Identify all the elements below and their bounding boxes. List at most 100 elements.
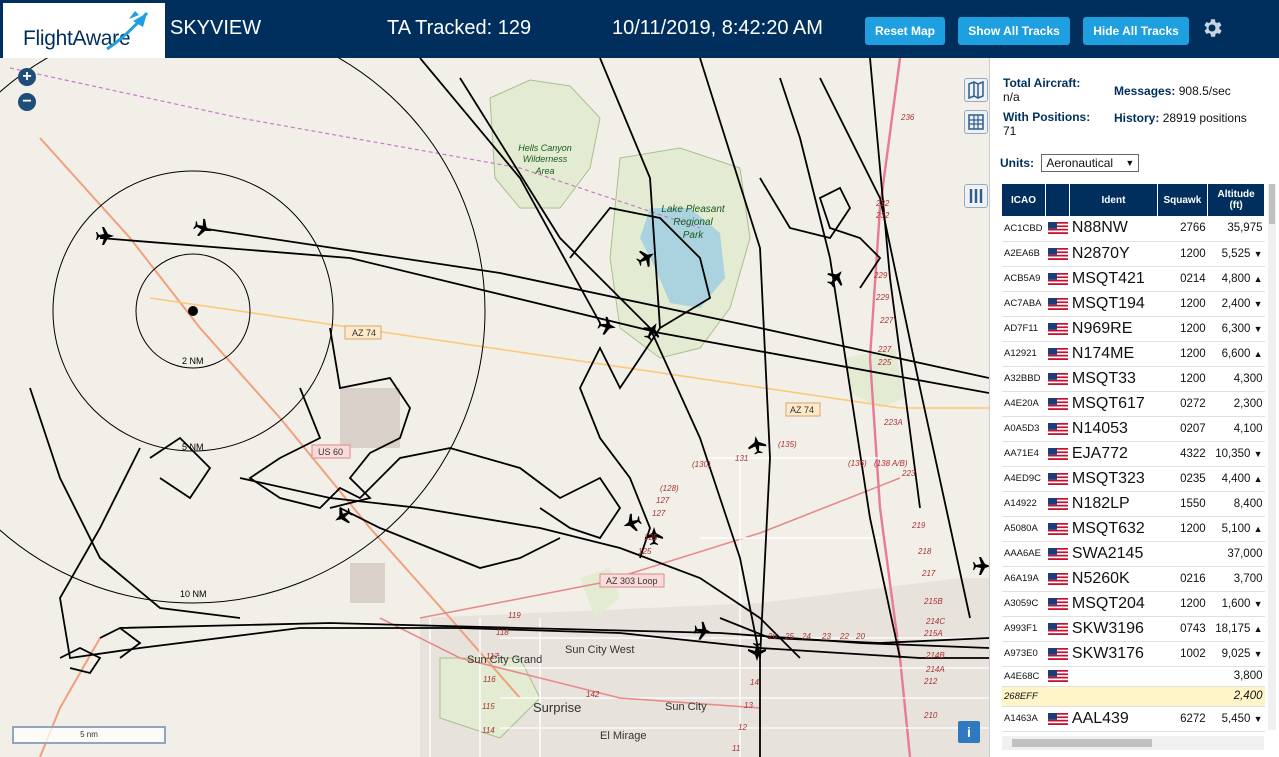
us-flag-icon (1045, 291, 1070, 317)
col-flag[interactable] (1045, 184, 1071, 216)
zoom-in-button[interactable]: + (18, 68, 36, 86)
cell-squawk: 1200 (1157, 591, 1208, 617)
altitude-trend-icon: ▼ (1253, 598, 1263, 609)
vertical-scrollbar[interactable] (1268, 184, 1276, 730)
reset-map-button[interactable]: Reset Map (865, 17, 945, 45)
table-row[interactable]: A973E0 SKW3176 1002 9,025 ▼ (1002, 641, 1265, 667)
track (29, 387, 241, 619)
table-row[interactable]: A2EA6B N2870Y 1200 5,525 ▼ (1002, 241, 1265, 267)
hide-all-tracks-button[interactable]: Hide All Tracks (1083, 17, 1189, 45)
show-all-tracks-button[interactable]: Show All Tracks (958, 17, 1070, 45)
zoom-out-button[interactable]: − (18, 93, 36, 111)
table-row[interactable]: A14922 N182LP 1550 8,400 (1002, 491, 1265, 517)
current-datetime: 10/11/2019, 8:42:20 AM (612, 17, 823, 39)
cell-icao: A32BBD (1002, 366, 1046, 392)
cell-ident: N174ME (1069, 341, 1158, 367)
aircraft-icon (827, 271, 843, 288)
altitude-trend-icon: ▲ (1253, 473, 1263, 484)
route-number: 218 (917, 547, 932, 556)
cell-squawk: 1002 (1157, 641, 1208, 667)
cell-altitude: 18,175 ▲ (1207, 616, 1265, 642)
altitude-value: 2,400 (1221, 297, 1251, 310)
table-row[interactable]: AC1CBD N88NW 2766 35,975 (1002, 216, 1265, 242)
border-line (9, 67, 701, 229)
table-row[interactable]: A12921 N174ME 1200 6,600 ▲ (1002, 341, 1265, 367)
route-number: 229 (875, 293, 890, 302)
table-row[interactable]: A6A19A N5260K 0216 3,700 (1002, 566, 1265, 592)
aircraft-table: ICAO Ident Squawk Altitude (ft) AC1CBD N8… (1002, 184, 1265, 732)
table-row[interactable]: AD7F11 N969RE 1200 6,300 ▼ (1002, 316, 1265, 342)
with-positions-label: With Positions: (1003, 110, 1091, 124)
table-row[interactable]: ACB5A9 MSQT421 0214 4,800 ▲ (1002, 266, 1265, 292)
grid-toggle-button[interactable] (964, 110, 988, 134)
cell-ident: MSQT194 (1069, 291, 1158, 317)
cell-altitude: 4,400 ▲ (1207, 466, 1265, 492)
table-row[interactable]: A993F1 SKW3196 0743 18,175 ▲ (1002, 616, 1265, 642)
altitude-value: 4,100 (1233, 422, 1263, 435)
col-ident[interactable]: Ident (1069, 184, 1158, 216)
route-number: 20 (855, 632, 865, 641)
table-row[interactable]: A32BBD MSQT33 1200 4,300 (1002, 366, 1265, 392)
columns-toggle-button[interactable] (964, 184, 988, 208)
cell-ident: MSQT33 (1069, 366, 1158, 392)
route-number: 22 (839, 632, 849, 641)
units-select[interactable]: Aeronautical ▼ (1041, 154, 1140, 172)
altitude-value: 3,700 (1233, 572, 1263, 585)
col-icao[interactable]: ICAO (1002, 184, 1047, 216)
messages-label: Messages: (1114, 84, 1176, 98)
history-label: History: (1114, 111, 1160, 125)
map-layers-button[interactable] (964, 78, 988, 102)
cell-icao: 268EFF (1002, 686, 1046, 707)
table-row[interactable]: A4E20A MSQT617 0272 2,300 (1002, 391, 1265, 417)
table-row[interactable]: A0A5D3 N14053 0207 4,100 (1002, 416, 1265, 442)
route-number: 223 (901, 469, 916, 478)
flightaware-logo[interactable]: FlightAware (3, 3, 165, 58)
route-number: 14 (750, 678, 759, 687)
horizontal-scrollbar[interactable] (1002, 736, 1264, 750)
scroll-thumb[interactable] (1269, 184, 1275, 224)
cell-squawk: 4322 (1157, 441, 1208, 467)
top-header: FlightAware SKYVIEW TA Tracked: 129 10/1… (0, 0, 1279, 58)
table-row[interactable]: AC7ABA MSQT194 1200 2,400 ▼ (1002, 291, 1265, 317)
table-row[interactable]: AA71E4 EJA772 4322 10,350 ▼ (1002, 441, 1265, 467)
cell-icao: A3059C (1002, 591, 1046, 617)
col-squawk[interactable]: Squawk (1157, 184, 1209, 216)
cell-squawk: 0207 (1157, 416, 1208, 442)
cell-ident: N2870Y (1069, 241, 1158, 267)
label-lake-pleasant-2: Regional (673, 217, 713, 228)
us-flag-icon (1045, 266, 1070, 292)
map-canvas[interactable]: 2 NM 5 NM 10 NM Hells Canyon Wilderness … (0, 58, 989, 757)
route-number: 227 (877, 345, 892, 354)
route-number: 13 (744, 701, 753, 710)
cell-altitude: 2,400 (1207, 686, 1265, 707)
track (339, 507, 561, 569)
scroll-thumb[interactable] (1012, 739, 1152, 747)
ring-label-2nm: 2 NM (182, 356, 204, 366)
aircraft-icon (193, 218, 212, 237)
route-number: 117 (486, 652, 499, 661)
table-row[interactable]: A1463A AAL439 6272 5,450 ▼ (1002, 706, 1265, 732)
table-row[interactable]: A3059C MSQT204 1200 1,600 ▼ (1002, 591, 1265, 617)
cell-icao: AAA6AE (1002, 541, 1046, 567)
route-number: 125 (638, 547, 652, 556)
table-row[interactable]: A4E68C 3,800 (1002, 666, 1265, 687)
info-button[interactable]: i (958, 721, 980, 743)
label-sun-city-west: Sun City West (565, 644, 635, 656)
route-number: 215A (923, 629, 943, 638)
table-row[interactable]: A5080A MSQT632 1200 5,100 ▲ (1002, 516, 1265, 542)
cell-icao: A973E0 (1002, 641, 1046, 667)
cell-altitude: 2,300 (1207, 391, 1265, 417)
label-surprise: Surprise (533, 700, 581, 715)
altitude-value: 18,175 (1215, 622, 1251, 635)
cell-icao: A4E68C (1002, 666, 1046, 687)
table-row[interactable]: 268EFF 2,400 (1002, 686, 1265, 707)
us-flag-icon (1045, 316, 1070, 342)
route-number: 210 (923, 711, 938, 720)
altitude-value: 4,800 (1221, 272, 1251, 285)
table-row[interactable]: A4ED9C MSQT323 0235 4,400 ▲ (1002, 466, 1265, 492)
table-row[interactable]: AAA6AE SWA2145 37,000 (1002, 541, 1265, 567)
col-altitude[interactable]: Altitude (ft) (1207, 184, 1265, 216)
cell-ident: MSQT323 (1069, 466, 1158, 492)
gear-icon[interactable] (1200, 16, 1224, 40)
map-view[interactable]: 2 NM 5 NM 10 NM Hells Canyon Wilderness … (0, 58, 989, 757)
